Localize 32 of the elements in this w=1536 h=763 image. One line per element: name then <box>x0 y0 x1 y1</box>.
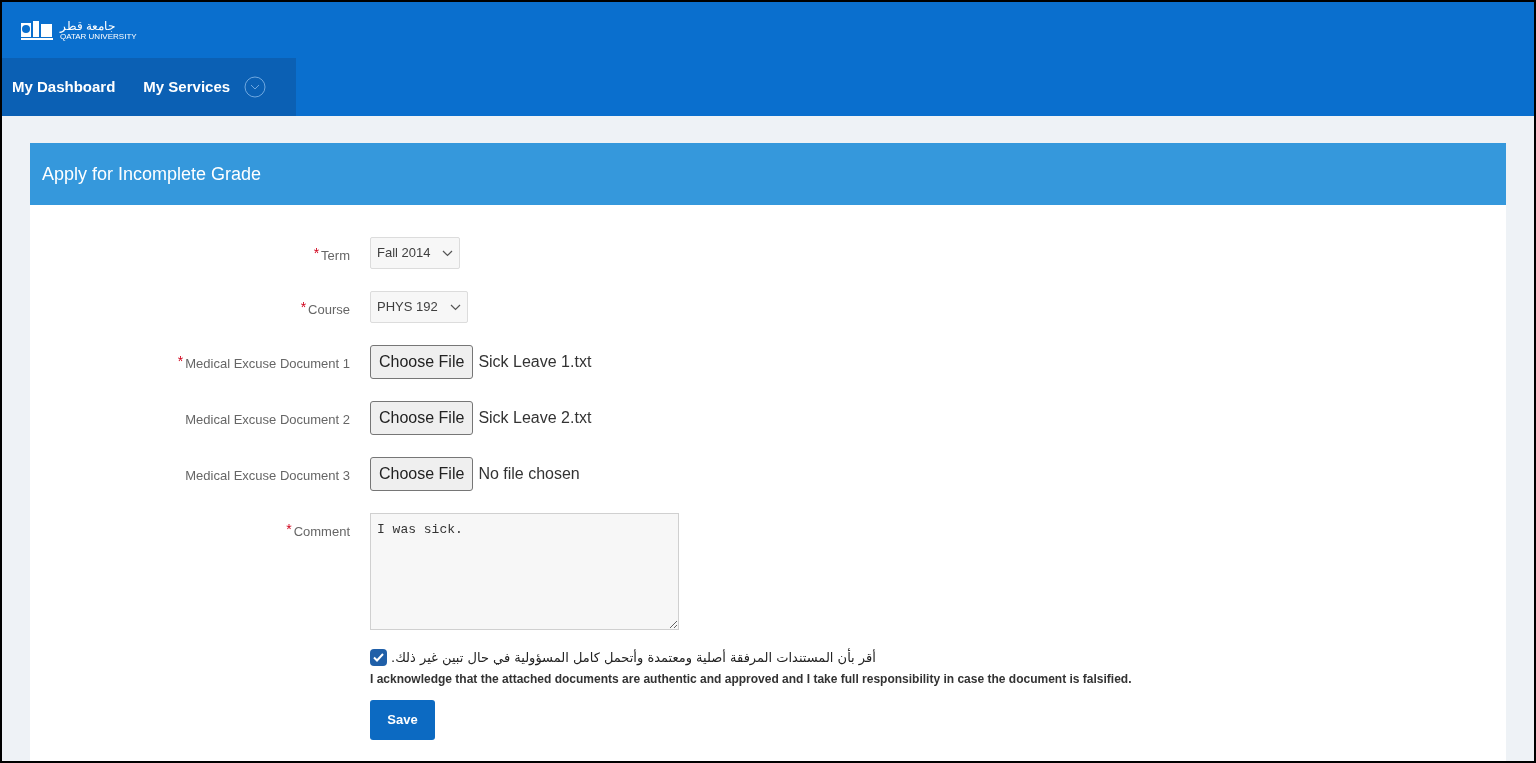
chevron-down-icon <box>449 303 461 311</box>
required-asterisk: * <box>313 246 320 260</box>
required-asterisk: * <box>286 522 292 536</box>
file-name: Sick Leave 2.txt <box>478 408 592 428</box>
required-asterisk: * <box>177 354 184 368</box>
file-name: No file chosen <box>478 464 580 484</box>
checkbox[interactable] <box>370 649 387 667</box>
comment-field[interactable]: I was sick. <box>370 513 679 630</box>
nav-link[interactable]: My Services <box>143 75 231 99</box>
nav-link[interactable]: My Dashboard <box>12 75 116 99</box>
panel-title: Apply for Incomplete Grade <box>42 162 262 186</box>
choose-file-button[interactable]: Choose File <box>370 401 474 435</box>
field-label: Medical Excuse Document 2 <box>185 411 350 429</box>
save-button[interactable]: Save <box>370 699 435 740</box>
field-label: Course <box>308 301 350 319</box>
field-label: Medical Excuse Document 3 <box>185 467 350 485</box>
logo-arabic-text: جامعة قطر <box>60 19 117 32</box>
required-asterisk: * <box>300 300 307 314</box>
logo-icon <box>20 19 54 41</box>
acknowledge-text: I acknowledge that the attached documents are authentic and approved and I take full responsibility in case the document is falsified. <box>370 670 1133 688</box>
acknowledge-arabic-text: أقر بأن المستندات المرفقة أصلية ومعتمدة وأتحمل كامل المسؤولية في حال تبين غير ذلك. <box>391 648 876 668</box>
field-label: Term <box>321 247 350 265</box>
file-name: Sick Leave 1.txt <box>478 352 592 372</box>
field-label: Medical Excuse Document 1 <box>185 355 350 373</box>
check-icon <box>373 653 384 663</box>
field-label: Comment <box>293 523 350 541</box>
choose-file-button[interactable]: Choose File <box>370 345 474 379</box>
choose-file-button[interactable]: Choose File <box>370 457 474 491</box>
chevron-down-icon <box>442 249 454 257</box>
dropdown[interactable]: PHYS 192 <box>370 291 468 323</box>
logo-english-text: QATAR UNIVERSITY <box>60 32 137 41</box>
dropdown[interactable]: Fall 2014 <box>370 237 461 269</box>
